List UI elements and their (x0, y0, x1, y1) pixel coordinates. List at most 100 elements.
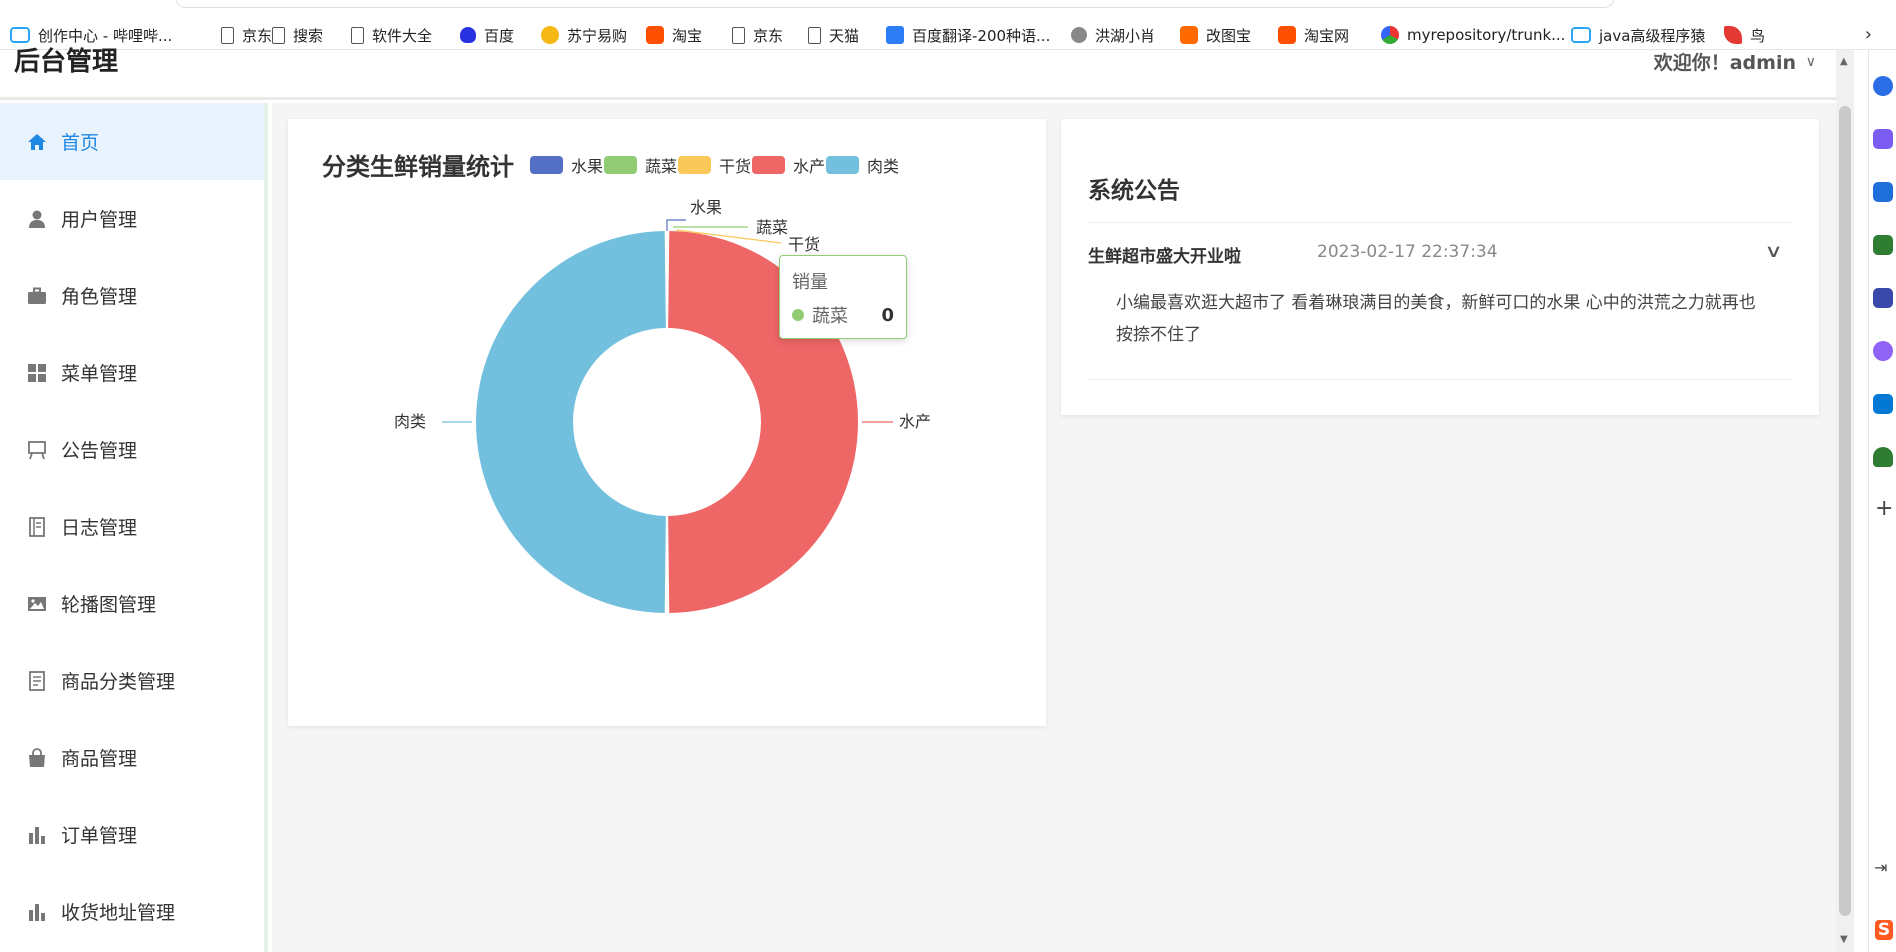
page-icon (351, 26, 364, 44)
bookmark-label: 淘宝网 (1304, 26, 1350, 45)
sidebar-item-8[interactable]: 商品管理 (0, 719, 264, 796)
chevron-down-icon[interactable]: ∨ (1764, 241, 1782, 262)
main-content: 分类生鲜销量统计 水果 蔬菜 干货 水产 肉类 水果 蔬菜 干货 水产 肉类 销量 蔬菜 0 系… (272, 103, 1836, 952)
chart-card: 分类生鲜销量统计 水果 蔬菜 干货 水产 肉类 水果 蔬菜 干货 水产 肉类 销量 蔬菜 0 (288, 119, 1046, 726)
tree-icon[interactable] (1873, 447, 1893, 467)
bookmark-label: 百度 (484, 26, 515, 45)
bookmark-item[interactable]: myrepository/trunk... (1381, 22, 1565, 48)
slice-label: 蔬菜 (756, 218, 788, 237)
sidebar-item-10[interactable]: 收货地址管理 (0, 873, 264, 950)
repo-icon (1381, 26, 1399, 44)
user-menu[interactable]: 欢迎你！admin (1654, 50, 1796, 76)
bar-chart-icon (27, 825, 47, 845)
bookmark-item[interactable]: 百度翻译-200种语... (886, 22, 1050, 48)
app-title: 后台管理 (14, 47, 119, 77)
address-bar[interactable] (175, 0, 1615, 8)
slice-label: 水果 (690, 198, 722, 217)
bookmark-label: myrepository/trunk... (1407, 26, 1566, 44)
sidebar-item-3[interactable]: 菜单管理 (0, 334, 264, 411)
tag-icon[interactable] (1873, 182, 1893, 202)
gaitubao-icon (1180, 26, 1198, 44)
bookmark-item[interactable]: 京东 (221, 22, 272, 48)
scroll-down-icon[interactable]: ▼ (1840, 934, 1848, 945)
bookmark-label: 京东 (753, 26, 784, 45)
sidebar-item-4[interactable]: 公告管理 (0, 411, 264, 488)
divider (1088, 222, 1792, 223)
grid-icon (27, 363, 47, 383)
bookmark-item[interactable]: 淘宝 (646, 22, 702, 48)
browser-sidebar: + ⇥ S (1868, 50, 1896, 952)
notice-item-time: 2023-02-17 22:37:34 (1317, 242, 1498, 262)
chevron-down-icon[interactable]: ∨ (1806, 54, 1816, 70)
page-icon (272, 26, 285, 44)
divider (1088, 379, 1792, 380)
bookmark-label: 鸟 (1750, 26, 1766, 45)
sidebar-item-label: 角色管理 (61, 286, 138, 308)
bookmark-label: 搜索 (293, 26, 324, 45)
tooltip-title: 销量 (792, 272, 828, 293)
app-s-icon[interactable]: S (1875, 920, 1893, 940)
bookmark-label: 京东 (242, 26, 273, 45)
bookmark-item[interactable]: 天猫 (808, 22, 859, 48)
search-icon[interactable] (1873, 76, 1893, 96)
slice-label: 水产 (899, 412, 931, 431)
sparkle-icon[interactable] (1873, 129, 1893, 149)
games-icon[interactable] (1873, 288, 1893, 308)
baidu-icon (460, 27, 476, 43)
bookmark-label: 百度翻译-200种语... (912, 26, 1051, 45)
sidebar-item-2[interactable]: 角色管理 (0, 257, 264, 334)
slice-label: 肉类 (394, 412, 426, 431)
toolbox-icon[interactable] (1873, 235, 1893, 255)
home-icon (27, 132, 47, 152)
bookmark-item[interactable]: 鸟 (1724, 22, 1765, 48)
donut-slice-4[interactable] (475, 231, 666, 613)
bookmark-item[interactable]: 软件大全 (351, 22, 432, 48)
notice-card-title: 系统公告 (1088, 178, 1180, 204)
label-leader-line (666, 219, 686, 231)
sidebar-item-5[interactable]: 日志管理 (0, 488, 264, 565)
bookmark-item[interactable]: 洪湖小肖 (1071, 22, 1155, 48)
donut-chart[interactable]: 水果蔬菜干货水产肉类 (288, 119, 1046, 726)
collapse-sidebar-icon[interactable]: ⇥ (1874, 858, 1887, 877)
sidebar-item-label: 商品管理 (61, 748, 138, 770)
sidebar-item-9[interactable]: 订单管理 (0, 796, 264, 873)
page-icon (221, 26, 234, 44)
bookmark-label: 改图宝 (1206, 26, 1252, 45)
office-icon[interactable] (1873, 341, 1893, 361)
scroll-up-icon[interactable]: ▲ (1840, 56, 1848, 67)
sidebar-item-label: 轮播图管理 (61, 594, 157, 616)
document-icon (27, 670, 47, 691)
page-scrollbar[interactable]: ▲ ▼ (1836, 50, 1854, 952)
sidebar: 首页用户管理角色管理菜单管理 公告管理 日志管理轮播图管理商品分类管理商品管理订单管… (0, 103, 268, 952)
outlook-icon[interactable] (1873, 394, 1893, 414)
sidebar-item-7[interactable]: 商品分类管理 (0, 642, 264, 719)
bookmark-item[interactable]: 苏宁易购 (541, 22, 627, 48)
bookmark-item[interactable]: java高级程序猿 (1571, 22, 1705, 48)
bookmark-label: java高级程序猿 (1599, 26, 1706, 45)
bilibili-icon (10, 27, 30, 43)
sidebar-item-6[interactable]: 轮播图管理 (0, 565, 264, 642)
notice-item-title[interactable]: 生鲜超市盛大开业啦 (1088, 242, 1241, 267)
bookmark-label: 淘宝 (672, 26, 703, 45)
bookmark-item[interactable]: 百度 (460, 22, 514, 48)
bookmark-item[interactable]: 京东 (732, 22, 783, 48)
scrollbar-thumb[interactable] (1839, 106, 1851, 916)
bookmark-item[interactable]: 改图宝 (1180, 22, 1251, 48)
tooltip-item-label: 蔬菜 (812, 306, 848, 327)
picture-icon (27, 594, 47, 614)
hh-icon (1071, 27, 1087, 43)
bookmark-item[interactable]: 搜索 (272, 22, 323, 48)
slice-label: 干货 (788, 235, 820, 254)
sidebar-item-0[interactable]: 首页 (0, 103, 264, 180)
bookmark-item[interactable]: 淘宝网 (1278, 22, 1349, 48)
bag-icon (27, 747, 47, 768)
sidebar-item-label: 用户管理 (61, 209, 138, 231)
bookmark-item[interactable]: 创作中心 - 哔哩哔... (10, 22, 172, 48)
bookmark-label: 苏宁易购 (567, 26, 628, 45)
chevron-right-icon[interactable]: › (1865, 24, 1872, 45)
bookmark-label: 创作中心 - 哔哩哔... (38, 26, 173, 45)
add-icon[interactable]: + (1875, 496, 1893, 521)
user-icon (27, 209, 47, 229)
bar-chart-icon (27, 902, 47, 922)
sidebar-item-1[interactable]: 用户管理 (0, 180, 264, 257)
